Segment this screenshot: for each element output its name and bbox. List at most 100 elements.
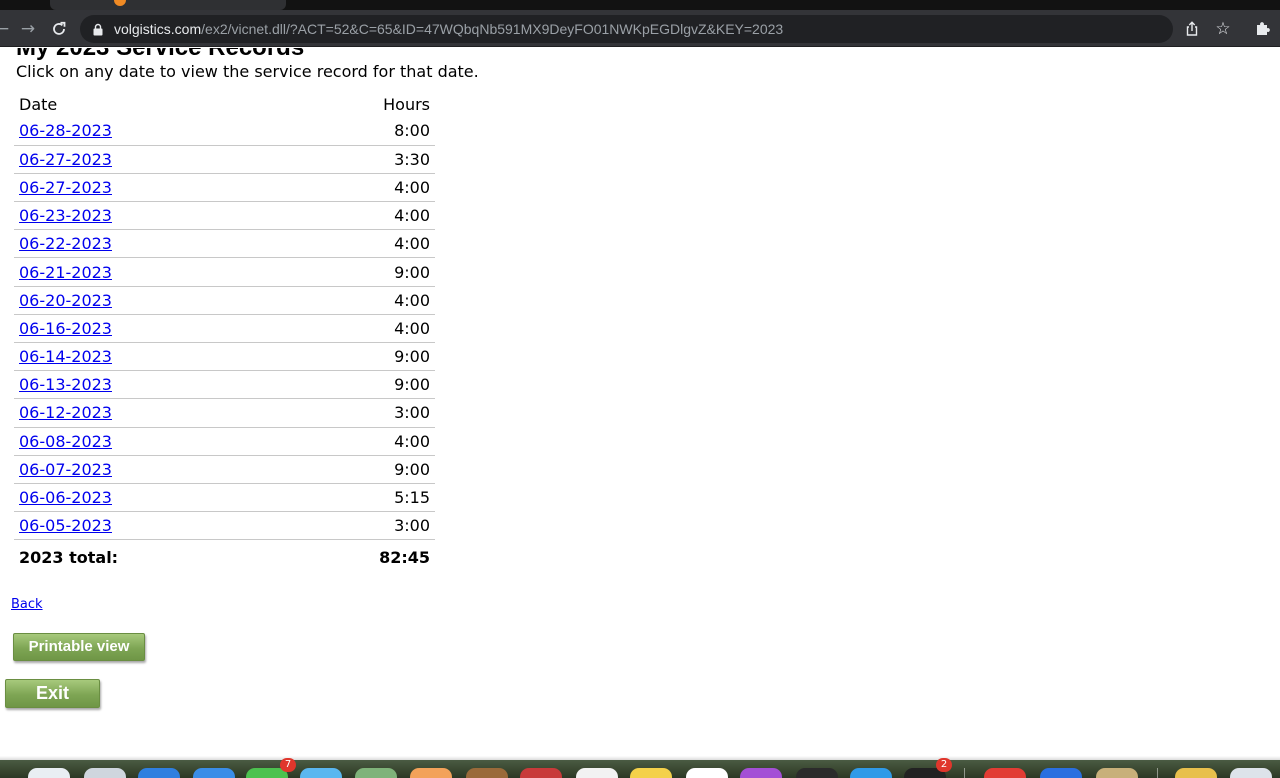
date-cell: 06-16-2023 <box>14 314 285 344</box>
browser-toolbar: ← → volgistics.com/ex2/vicnet.dll/?ACT=5… <box>0 10 1280 47</box>
exit-button[interactable]: Exit <box>5 679 100 708</box>
date-link[interactable]: 06-28-2023 <box>19 121 112 140</box>
instructions-text: Click on any date to view the service re… <box>16 62 479 81</box>
date-link[interactable]: 06-27-2023 <box>19 150 112 169</box>
dock-trash-icon[interactable] <box>1230 768 1272 778</box>
date-link[interactable]: 06-14-2023 <box>19 347 112 366</box>
dock-safari-icon[interactable] <box>138 768 180 778</box>
table-row: 06-28-2023 8:00 <box>14 117 435 146</box>
hours-cell: 9:00 <box>284 370 435 400</box>
date-cell: 06-07-2023 <box>14 455 285 484</box>
dock-app-store-icon[interactable] <box>850 768 892 778</box>
macos-dock: 72 <box>0 758 1280 778</box>
date-link[interactable]: 06-21-2023 <box>19 263 112 282</box>
table-row: 06-07-2023 9:00 <box>14 455 435 484</box>
dock-photos-icon[interactable] <box>355 768 397 778</box>
dock-mail-icon[interactable] <box>193 768 235 778</box>
hours-cell: 4:00 <box>284 173 435 203</box>
address-url: volgistics.com/ex2/vicnet.dll/?ACT=52&C=… <box>114 20 783 38</box>
table-row: 06-08-2023 4:00 <box>14 427 435 456</box>
puzzle-extensions-icon[interactable] <box>1254 19 1272 37</box>
dock-notes-icon[interactable] <box>466 768 508 778</box>
date-cell: 06-06-2023 <box>14 483 285 513</box>
date-link[interactable]: 06-06-2023 <box>19 488 112 507</box>
dock-stickies-icon[interactable] <box>630 768 672 778</box>
hours-cell: 9:00 <box>284 342 435 372</box>
dock-calendar-icon[interactable] <box>520 768 562 778</box>
date-link[interactable]: 06-08-2023 <box>19 432 112 451</box>
hours-cell: 4:00 <box>284 201 435 231</box>
date-link[interactable]: 06-20-2023 <box>19 291 112 310</box>
total-label: 2023 total: <box>19 547 119 567</box>
date-cell: 06-22-2023 <box>14 229 285 259</box>
forward-arrow-icon[interactable]: → <box>18 19 38 39</box>
star-icon[interactable]: ☆ <box>1213 19 1233 39</box>
dock-reminders-icon[interactable] <box>576 768 618 778</box>
browser-tab[interactable] <box>50 0 286 10</box>
total-row: 2023 total: 82:45 <box>14 540 435 574</box>
table-row: 06-21-2023 9:00 <box>14 257 435 287</box>
dock-finder-icon[interactable] <box>28 768 70 778</box>
dock-separator <box>964 768 965 778</box>
table-row: 06-06-2023 5:15 <box>14 483 435 513</box>
printable-view-button[interactable]: Printable view <box>13 633 145 661</box>
dock-podcasts-icon[interactable] <box>740 768 782 778</box>
dock-zoom-icon[interactable] <box>1040 768 1082 778</box>
date-link[interactable]: 06-13-2023 <box>19 375 112 394</box>
share-icon[interactable] <box>1183 20 1201 38</box>
dock-preview-icon[interactable] <box>1096 768 1138 778</box>
table-row: 06-20-2023 4:00 <box>14 286 435 315</box>
date-link[interactable]: 06-12-2023 <box>19 403 112 422</box>
dock-separator <box>1157 768 1158 778</box>
reload-icon[interactable] <box>49 19 69 39</box>
dock-chrome-icon[interactable] <box>984 768 1026 778</box>
hours-cell: 4:00 <box>284 229 435 259</box>
date-cell: 06-27-2023 <box>14 173 285 203</box>
date-cell: 06-20-2023 <box>14 286 285 315</box>
browser-tab-strip <box>0 0 1280 10</box>
table-row: 06-13-2023 9:00 <box>14 370 435 400</box>
table-header-row: Date Hours <box>14 91 435 117</box>
dock-tv-icon[interactable] <box>796 768 838 778</box>
hours-cell: 9:00 <box>284 455 435 484</box>
date-cell: 06-14-2023 <box>14 342 285 372</box>
address-bar[interactable]: volgistics.com/ex2/vicnet.dll/?ACT=52&C=… <box>80 15 1231 43</box>
table-row: 06-05-2023 3:00 <box>14 511 435 541</box>
hours-cell: 4:00 <box>284 286 435 315</box>
date-link[interactable]: 06-07-2023 <box>19 460 112 479</box>
date-link[interactable]: 06-05-2023 <box>19 516 112 535</box>
table-row: 06-12-2023 3:00 <box>14 398 435 428</box>
dock-launchpad-icon[interactable] <box>84 768 126 778</box>
date-cell: 06-05-2023 <box>14 511 285 541</box>
table-row: 06-23-2023 4:00 <box>14 201 435 231</box>
hours-cell: 4:00 <box>284 427 435 456</box>
date-link[interactable]: 06-16-2023 <box>19 319 112 338</box>
date-cell: 06-21-2023 <box>14 257 285 287</box>
back-link[interactable]: Back <box>11 597 43 612</box>
date-link[interactable]: 06-23-2023 <box>19 206 112 225</box>
back-arrow-icon[interactable]: ← <box>0 19 12 39</box>
hours-cell: 8:00 <box>284 117 435 146</box>
hours-cell: 9:00 <box>284 257 435 287</box>
date-column-header: Date <box>19 94 58 114</box>
tab-favicon-icon <box>114 0 126 6</box>
dock-folder-icon[interactable] <box>1175 768 1217 778</box>
hours-cell: 3:30 <box>284 145 435 174</box>
date-link[interactable]: 06-22-2023 <box>19 234 112 253</box>
lock-icon[interactable] <box>92 23 104 36</box>
date-cell: 06-28-2023 <box>14 117 285 146</box>
date-link[interactable]: 06-27-2023 <box>19 178 112 197</box>
hours-cell: 4:00 <box>284 314 435 344</box>
total-hours: 82:45 <box>379 547 430 567</box>
dock-maps-icon[interactable] <box>300 768 342 778</box>
date-cell: 06-27-2023 <box>14 145 285 174</box>
table-row: 06-27-2023 3:30 <box>14 145 435 174</box>
page-title: My 2023 Service Records <box>16 48 304 62</box>
hours-column-header: Hours <box>383 94 430 114</box>
records-body: 06-28-2023 8:00 06-27-2023 3:30 06-27-2023 4:… <box>14 117 435 541</box>
dock-notification-badge: 2 <box>936 758 952 772</box>
hours-cell: 5:15 <box>284 483 435 513</box>
dock-contacts-icon[interactable] <box>410 768 452 778</box>
hours-cell: 3:00 <box>284 511 435 541</box>
dock-music-icon[interactable] <box>686 768 728 778</box>
